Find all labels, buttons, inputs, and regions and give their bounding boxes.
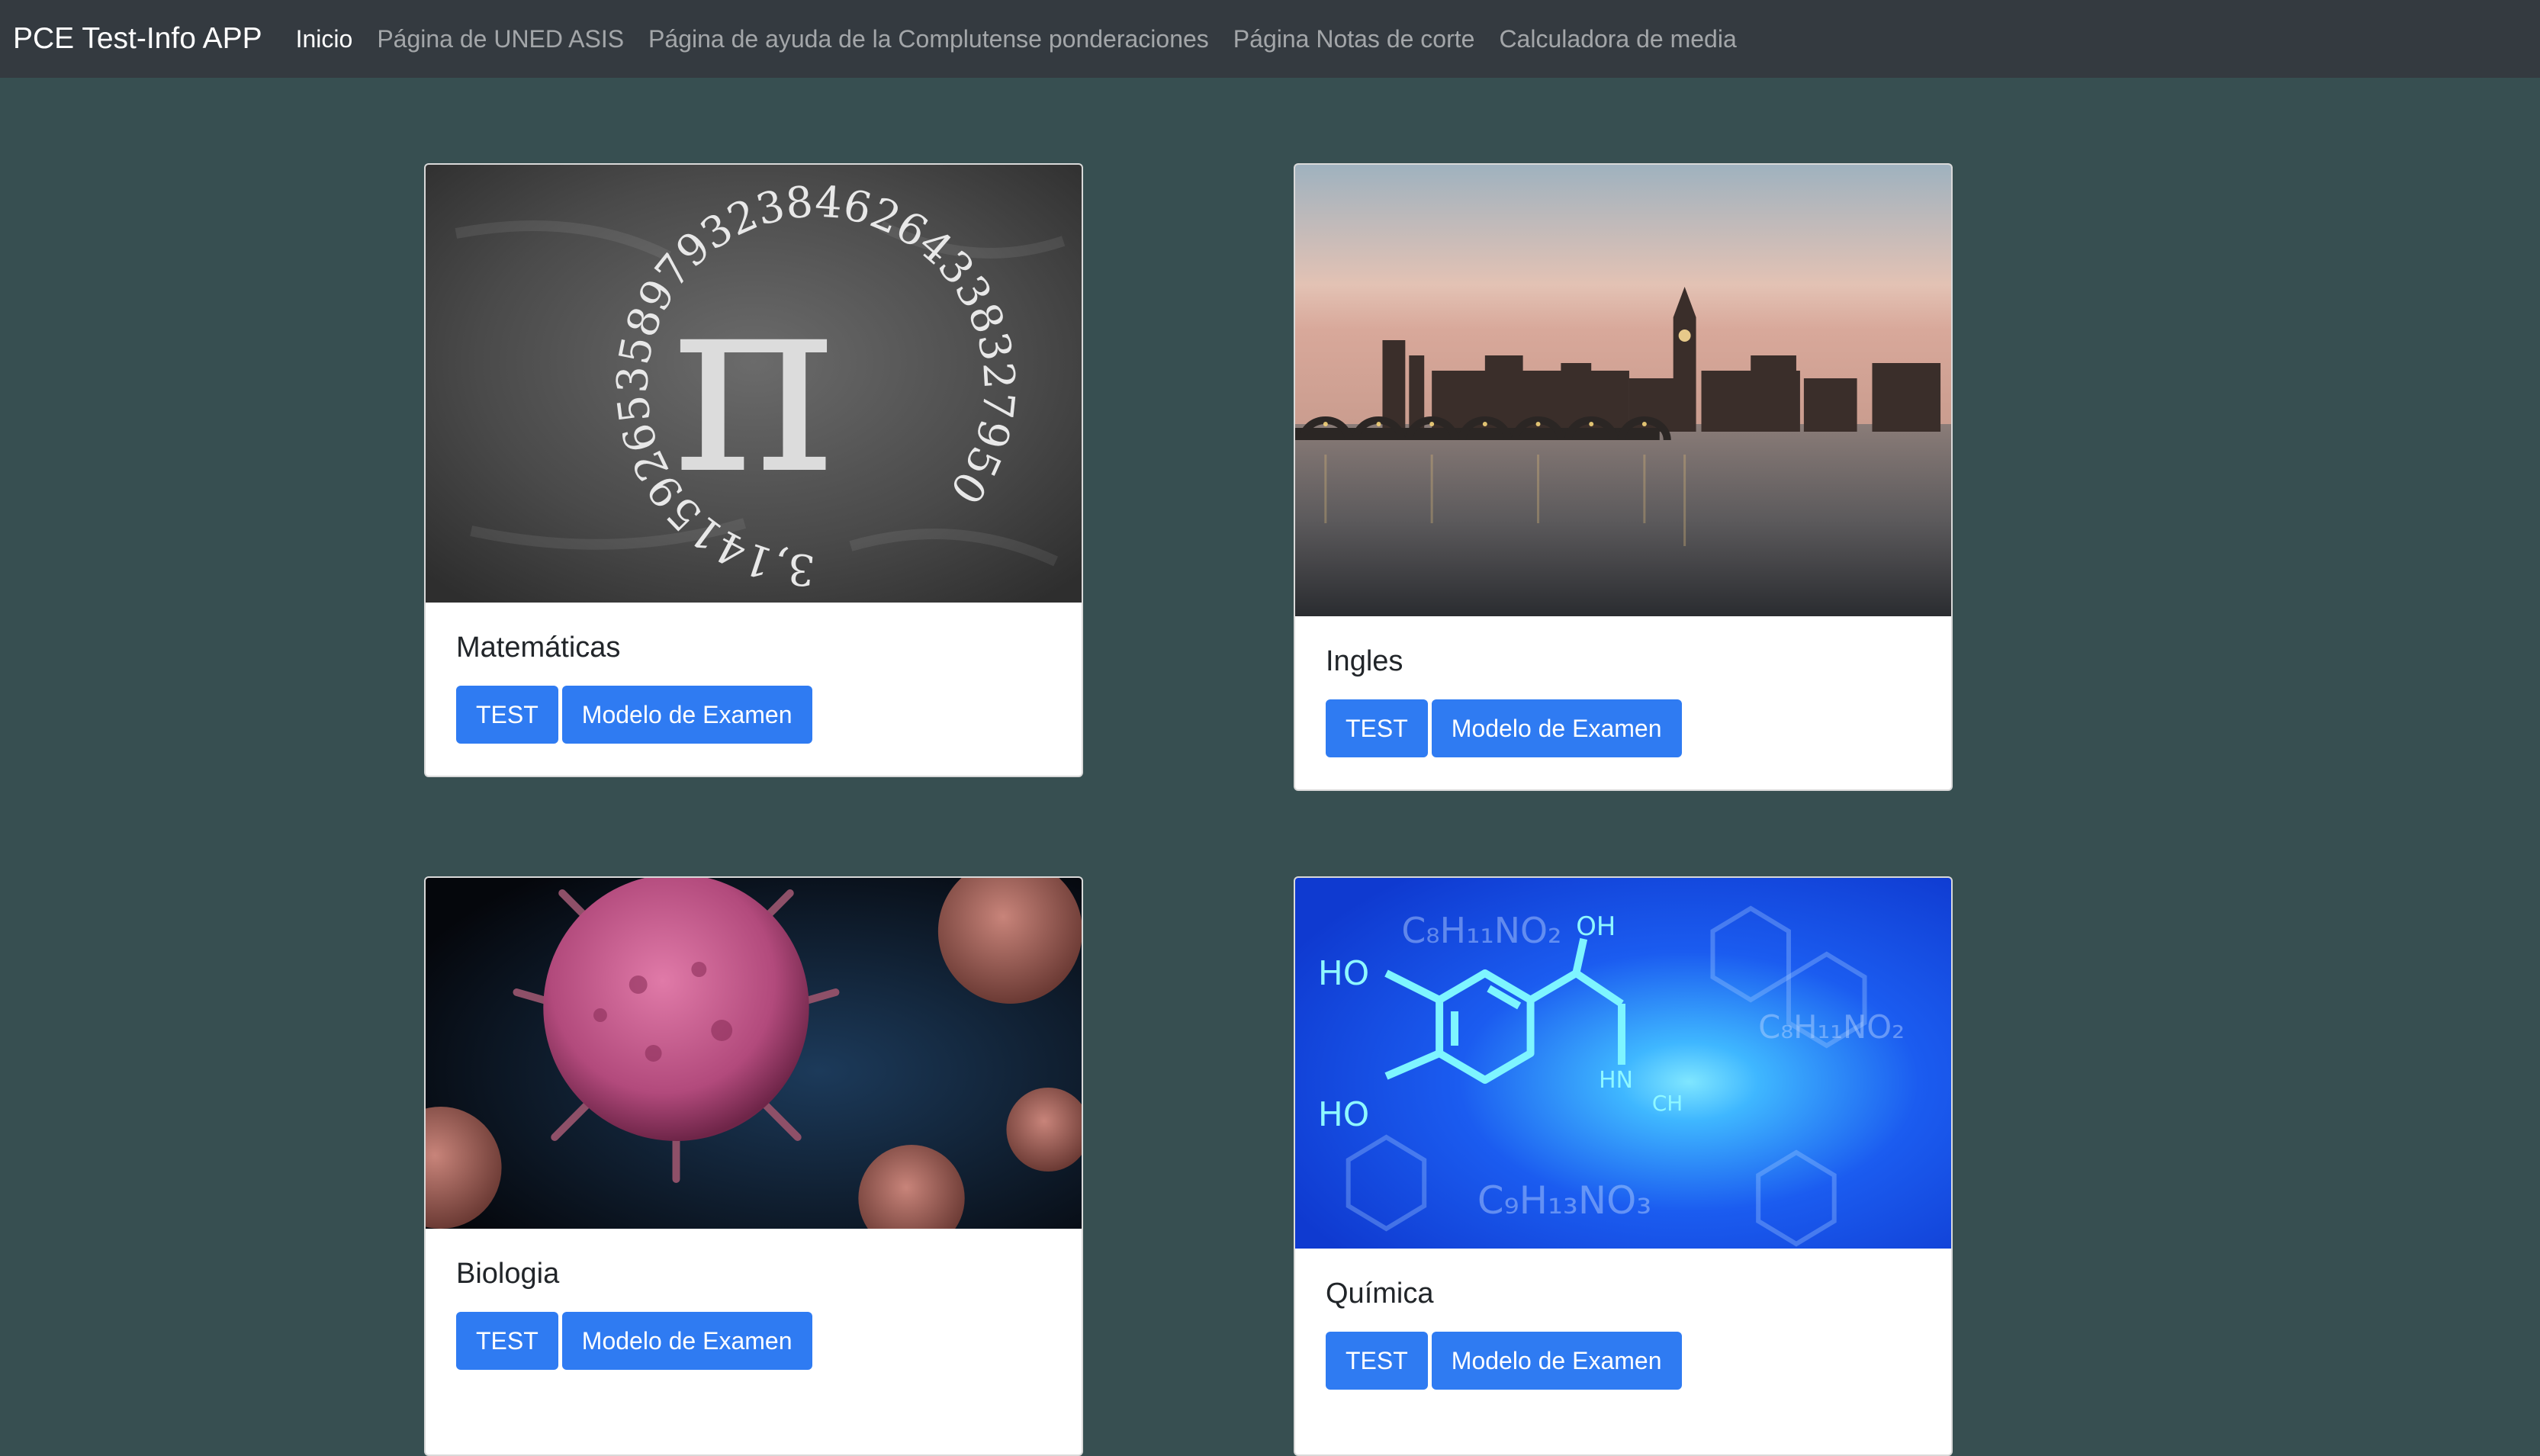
virus-image xyxy=(426,878,1082,1229)
card-title: Biologia xyxy=(456,1258,560,1290)
nav-link-complutense-ponderaciones[interactable]: Página de ayuda de la Complutense ponder… xyxy=(648,25,1209,53)
chalkboard-pi-image: 3,14159265358979323846264338327950 π xyxy=(426,165,1082,603)
pi-symbol: π xyxy=(671,236,836,529)
nav-link-uned-asis[interactable]: Página de UNED ASIS xyxy=(377,25,624,53)
modelo-examen-button[interactable]: Modelo de Examen xyxy=(561,686,812,744)
chem-label-ho-bottom: HO xyxy=(1318,1095,1369,1134)
chem-label-hn: HN xyxy=(1599,1067,1633,1094)
test-button[interactable]: TEST xyxy=(1326,1332,1428,1390)
test-button[interactable]: TEST xyxy=(1326,699,1428,757)
brand-link[interactable]: PCE Test-Info APP xyxy=(13,22,262,56)
card-biologia: Biologia TEST Modelo de Examen xyxy=(424,876,1083,1456)
card-title: Matemáticas xyxy=(456,632,621,664)
card-quimica: HO OH HO HN CH C₈H₁₁NO₂ C₈H₁₁NO₂ C₉H₁₃NO… xyxy=(1294,876,1953,1456)
molecule-image: HO OH HO HN CH C₈H₁₁NO₂ C₈H₁₁NO₂ C₉H₁₃NO… xyxy=(1295,878,1951,1249)
nav-link-notas-de-corte[interactable]: Página Notas de corte xyxy=(1233,25,1475,53)
london-bridge-image xyxy=(1295,165,1951,616)
nav-link-inicio[interactable]: Inicio xyxy=(296,25,353,53)
card-title: Ingles xyxy=(1326,645,1403,677)
modelo-examen-button[interactable]: Modelo de Examen xyxy=(1431,1332,1682,1390)
chem-formula-right: C₈H₁₁NO₂ xyxy=(1758,1008,1905,1046)
chem-formula-top-left: C₈H₁₁NO₂ xyxy=(1401,910,1561,951)
top-navbar: PCE Test-Info APP Inicio Página de UNED … xyxy=(0,0,2540,78)
chem-label-ho-top: HO xyxy=(1318,954,1369,993)
card-matematicas: 3,14159265358979323846264338327950 π Mat… xyxy=(424,163,1083,777)
card-title: Química xyxy=(1326,1278,1434,1310)
nav-link-calculadora-media[interactable]: Calculadora de media xyxy=(1499,25,1736,53)
chem-label-oh: OH xyxy=(1576,911,1616,941)
modelo-examen-button[interactable]: Modelo de Examen xyxy=(1431,699,1682,757)
modelo-examen-button[interactable]: Modelo de Examen xyxy=(561,1312,812,1370)
test-button[interactable]: TEST xyxy=(456,686,558,744)
test-button[interactable]: TEST xyxy=(456,1312,558,1370)
card-ingles: Ingles TEST Modelo de Examen xyxy=(1294,163,1953,791)
chem-formula-bottom: C₉H₁₃NO₃ xyxy=(1477,1178,1651,1223)
chem-label-ch: CH xyxy=(1652,1091,1683,1116)
